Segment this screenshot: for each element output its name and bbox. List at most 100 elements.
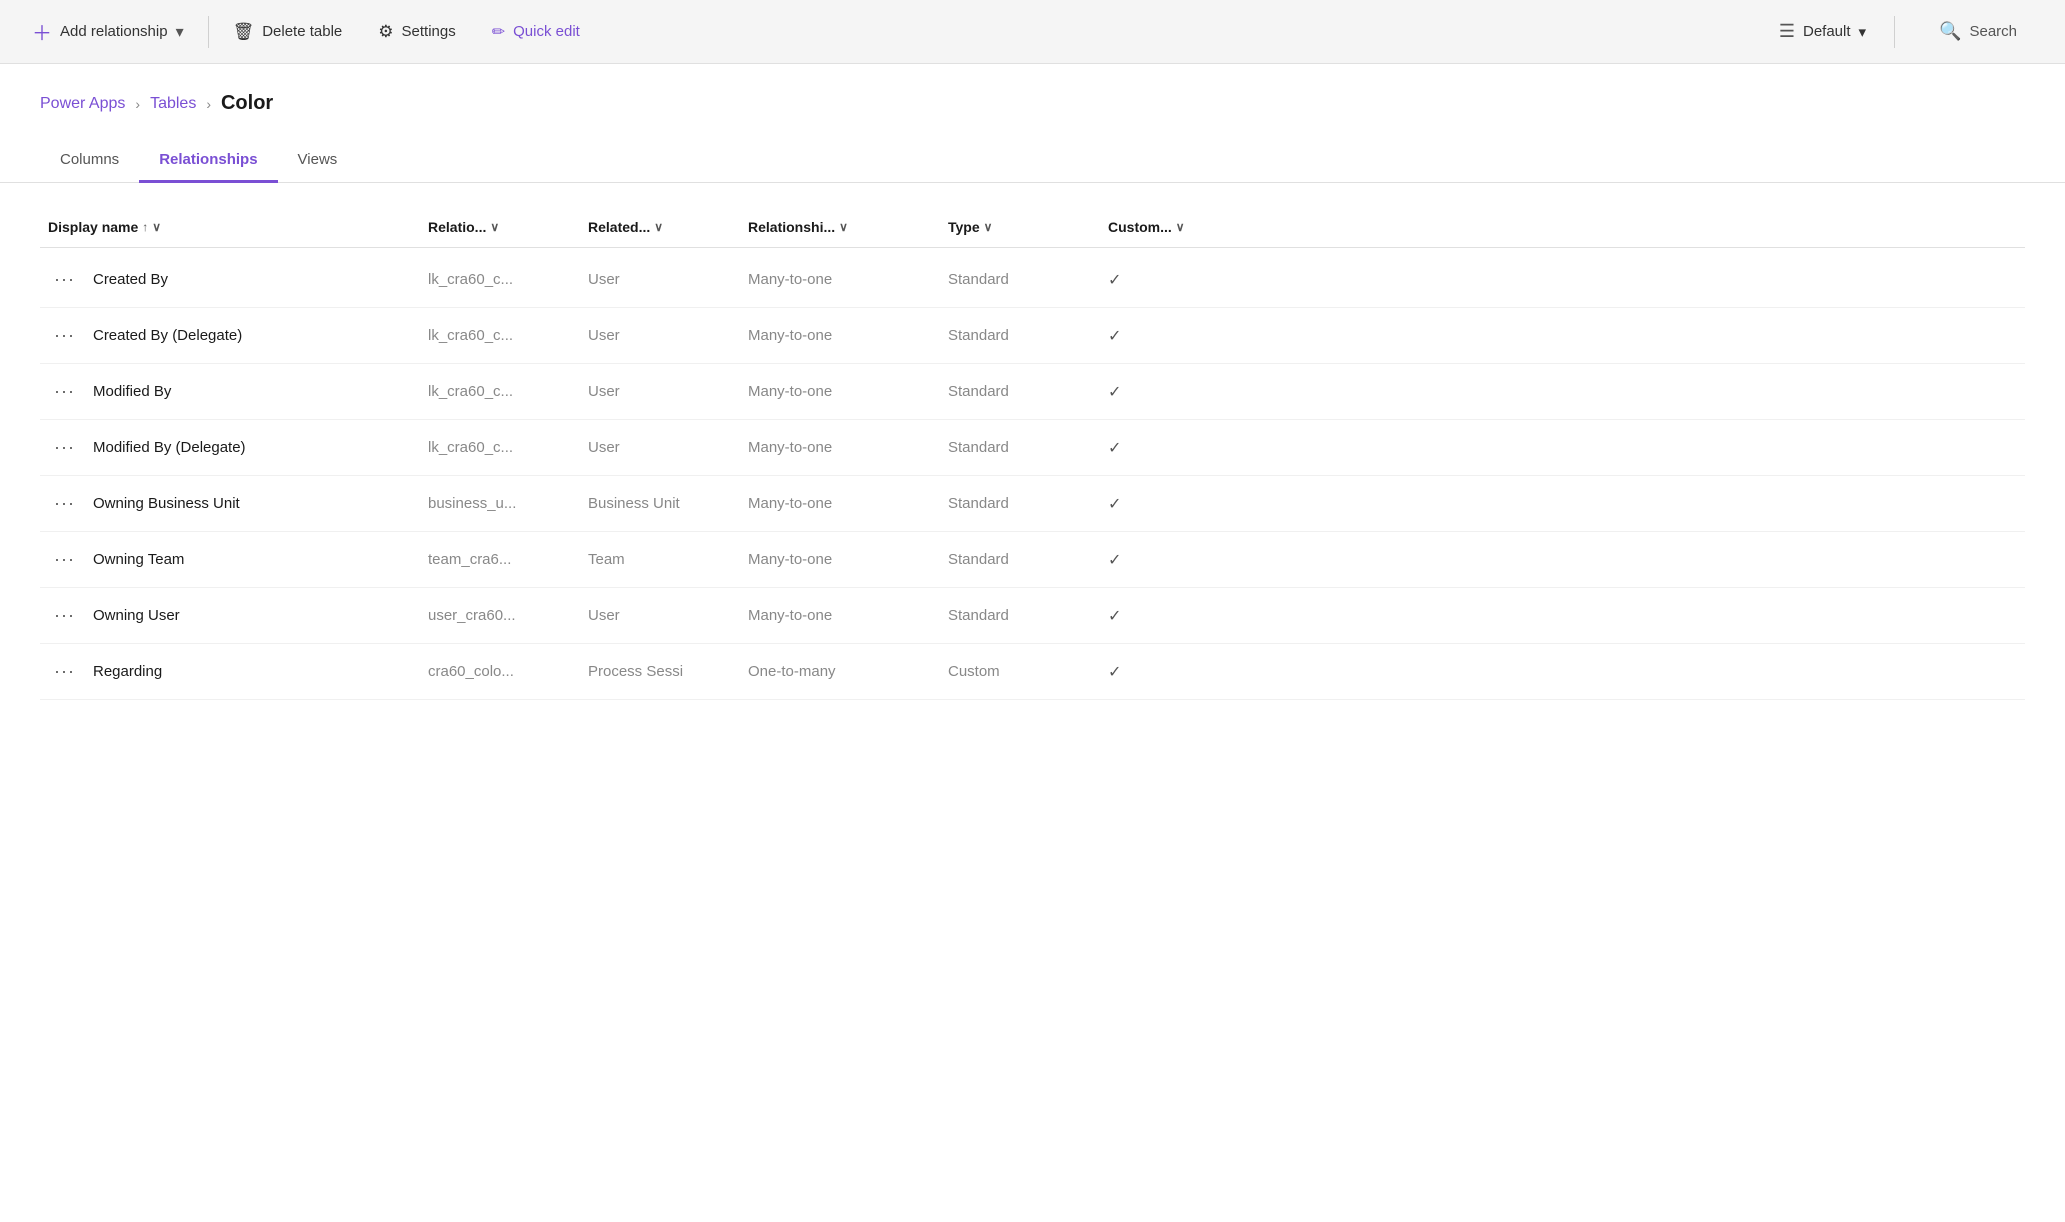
- row-ellipsis-button[interactable]: ···: [48, 547, 81, 572]
- cell-custom: ✓: [1100, 550, 1260, 570]
- cell-display-name: ··· Modified By: [40, 379, 420, 404]
- table-row[interactable]: ··· Modified By lk_cra60_c... User Many-…: [40, 364, 2025, 420]
- row-ellipsis-button[interactable]: ···: [48, 267, 81, 292]
- table-body: ··· Created By lk_cra60_c... User Many-t…: [40, 252, 2025, 700]
- cell-related: User: [580, 439, 740, 456]
- cell-type: Standard: [940, 551, 1100, 568]
- cell-custom: ✓: [1100, 326, 1260, 346]
- cell-relationship: lk_cra60_c...: [420, 271, 580, 288]
- col-type-chevron: ∨: [984, 220, 993, 234]
- tab-relationships[interactable]: Relationships: [139, 139, 277, 183]
- cell-relationship-type: Many-to-one: [740, 271, 940, 288]
- row-ellipsis-button[interactable]: ···: [48, 323, 81, 348]
- col-header-relationship-type[interactable]: Relationshi... ∨: [740, 215, 940, 239]
- breadcrumb-tables[interactable]: Tables: [150, 95, 196, 113]
- table-row[interactable]: ··· Created By lk_cra60_c... User Many-t…: [40, 252, 2025, 308]
- default-button[interactable]: ☰ Default ▾: [1763, 13, 1882, 50]
- cell-relationship-type: Many-to-one: [740, 327, 940, 344]
- cell-relationship: cra60_colo...: [420, 663, 580, 680]
- col-header-display-name[interactable]: Display name ↑ ∨: [40, 215, 420, 239]
- cell-relationship-type: Many-to-one: [740, 551, 940, 568]
- col-header-related[interactable]: Related... ∨: [580, 215, 740, 239]
- cell-type: Standard: [940, 607, 1100, 624]
- row-ellipsis-button[interactable]: ···: [48, 491, 81, 516]
- search-button[interactable]: 🔍 Search: [1907, 13, 2049, 50]
- table-row[interactable]: ··· Owning Team team_cra6... Team Many-t…: [40, 532, 2025, 588]
- row-ellipsis-button[interactable]: ···: [48, 659, 81, 684]
- table-row[interactable]: ··· Owning Business Unit business_u... B…: [40, 476, 2025, 532]
- display-name-text: Owning Business Unit: [93, 495, 240, 512]
- plus-icon: ＋: [32, 17, 52, 46]
- tab-columns[interactable]: Columns: [40, 139, 139, 183]
- display-name-text: Created By: [93, 271, 168, 288]
- quick-edit-button[interactable]: ✏ Quick edit: [476, 14, 596, 50]
- col-custom-chevron: ∨: [1176, 220, 1185, 234]
- cell-custom: ✓: [1100, 438, 1260, 458]
- edit-icon: ✏: [492, 22, 505, 42]
- tab-views[interactable]: Views: [278, 139, 358, 183]
- delete-table-button[interactable]: 🗑 Delete table: [217, 14, 359, 50]
- cell-custom: ✓: [1100, 494, 1260, 514]
- settings-label: Settings: [402, 23, 456, 40]
- table-row[interactable]: ··· Modified By (Delegate) lk_cra60_c...…: [40, 420, 2025, 476]
- display-name-text: Owning Team: [93, 551, 184, 568]
- search-icon: 🔍: [1939, 21, 1961, 42]
- col-header-type[interactable]: Type ∨: [940, 215, 1100, 239]
- cell-custom: ✓: [1100, 606, 1260, 626]
- table-row[interactable]: ··· Regarding cra60_colo... Process Sess…: [40, 644, 2025, 700]
- row-ellipsis-button[interactable]: ···: [48, 379, 81, 404]
- add-dropdown-icon: ▾: [176, 22, 184, 42]
- breadcrumb-power-apps[interactable]: Power Apps: [40, 95, 125, 113]
- cell-relationship: lk_cra60_c...: [420, 439, 580, 456]
- default-label: Default: [1803, 23, 1851, 40]
- col-relationship-label: Relatio...: [428, 219, 486, 235]
- cell-display-name: ··· Owning User: [40, 603, 420, 628]
- breadcrumb-sep-1: ›: [135, 96, 140, 112]
- settings-icon: ⚙: [378, 22, 393, 42]
- cell-related: User: [580, 383, 740, 400]
- cell-relationship: lk_cra60_c...: [420, 383, 580, 400]
- col-display-name-label: Display name: [48, 219, 138, 235]
- settings-button[interactable]: ⚙ Settings: [362, 14, 471, 50]
- col-related-label: Related...: [588, 219, 650, 235]
- cell-type: Standard: [940, 383, 1100, 400]
- breadcrumb-sep-2: ›: [206, 96, 211, 112]
- cell-relationship-type: Many-to-one: [740, 607, 940, 624]
- row-ellipsis-button[interactable]: ···: [48, 603, 81, 628]
- col-header-custom[interactable]: Custom... ∨: [1100, 215, 1260, 239]
- cell-related: User: [580, 607, 740, 624]
- cell-relationship-type: Many-to-one: [740, 383, 940, 400]
- col-custom-label: Custom...: [1108, 219, 1172, 235]
- cell-display-name: ··· Regarding: [40, 659, 420, 684]
- col-display-name-chevron: ∨: [152, 220, 161, 234]
- toolbar-right: ☰ Default ▾ 🔍 Search: [1763, 13, 2049, 50]
- row-ellipsis-button[interactable]: ···: [48, 435, 81, 460]
- cell-relationship: user_cra60...: [420, 607, 580, 624]
- col-relationship-type-label: Relationshi...: [748, 219, 835, 235]
- cell-relationship: team_cra6...: [420, 551, 580, 568]
- cell-display-name: ··· Created By: [40, 267, 420, 292]
- cell-display-name: ··· Owning Business Unit: [40, 491, 420, 516]
- cell-related: Business Unit: [580, 495, 740, 512]
- cell-relationship-type: One-to-many: [740, 663, 940, 680]
- quick-edit-label: Quick edit: [513, 23, 580, 40]
- delete-table-label: Delete table: [262, 23, 342, 40]
- cell-custom: ✓: [1100, 662, 1260, 682]
- table-row[interactable]: ··· Created By (Delegate) lk_cra60_c... …: [40, 308, 2025, 364]
- table-row[interactable]: ··· Owning User user_cra60... User Many-…: [40, 588, 2025, 644]
- col-related-chevron: ∨: [654, 220, 663, 234]
- cell-custom: ✓: [1100, 382, 1260, 402]
- col-header-relationship[interactable]: Relatio... ∨: [420, 215, 580, 239]
- display-name-text: Modified By: [93, 383, 171, 400]
- toolbar: ＋ Add relationship ▾ 🗑 Delete table ⚙ Se…: [0, 0, 2065, 64]
- cell-custom: ✓: [1100, 270, 1260, 290]
- cell-display-name: ··· Modified By (Delegate): [40, 435, 420, 460]
- add-relationship-label: Add relationship: [60, 23, 168, 40]
- breadcrumb-current: Color: [221, 92, 273, 115]
- add-relationship-button[interactable]: ＋ Add relationship ▾: [16, 9, 200, 54]
- display-name-text: Owning User: [93, 607, 180, 624]
- cell-relationship: business_u...: [420, 495, 580, 512]
- breadcrumb: Power Apps › Tables › Color: [0, 64, 2065, 123]
- cell-type: Standard: [940, 327, 1100, 344]
- cell-type: Standard: [940, 439, 1100, 456]
